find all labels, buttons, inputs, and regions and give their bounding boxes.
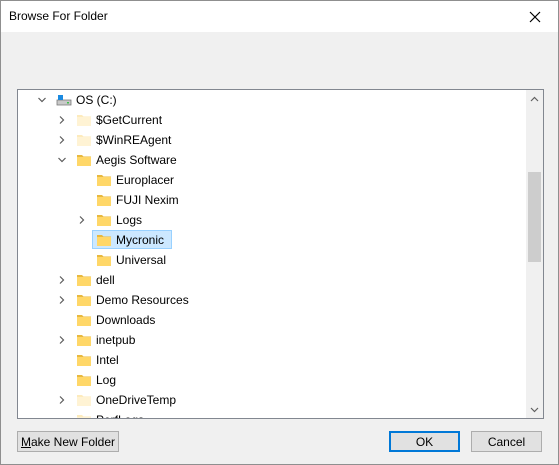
folder-icon <box>76 412 92 418</box>
folder-icon <box>96 172 112 188</box>
folder-icon <box>96 232 112 248</box>
tree-item-label: Logs <box>116 213 143 227</box>
tree-item[interactable]: Log <box>18 370 526 390</box>
close-button[interactable] <box>512 1 558 32</box>
tree-item-label: $GetCurrent <box>96 113 163 127</box>
expand-chevron-icon[interactable] <box>56 134 68 146</box>
folder-tree-rows: OS (C:) $GetCurrent $WinREAgent Aegis Softw… <box>18 90 526 418</box>
ok-button[interactable]: OK <box>389 431 460 452</box>
tree-item-label: $WinREAgent <box>96 133 172 147</box>
tree-item-label: dell <box>96 273 115 287</box>
vertical-scrollbar[interactable] <box>526 90 543 418</box>
scroll-thumb[interactable] <box>528 172 541 262</box>
tree-item[interactable]: Intel <box>18 350 526 370</box>
folder-icon <box>76 372 92 388</box>
tree-item[interactable]: OS (C:) <box>18 90 526 110</box>
expand-chevron-icon[interactable] <box>76 214 88 226</box>
folder-icon <box>76 392 92 408</box>
tree-item-label: Aegis Software <box>96 153 177 167</box>
folder-icon <box>76 112 92 128</box>
folder-icon <box>76 132 92 148</box>
tree-item[interactable]: Demo Resources <box>18 290 526 310</box>
cancel-button[interactable]: Cancel <box>471 431 542 452</box>
tree-item[interactable]: Aegis Software <box>18 150 526 170</box>
expand-chevron-icon[interactable] <box>56 394 68 406</box>
tree-item-label: OS (C:) <box>76 93 117 107</box>
tree-item-label: Demo Resources <box>96 293 189 307</box>
folder-icon <box>76 352 92 368</box>
tree-item-label: Log <box>96 373 117 387</box>
cancel-label: Cancel <box>487 434 526 449</box>
tree-item-label: PerfLogs <box>96 413 144 418</box>
folder-icon <box>76 292 92 308</box>
folder-icon <box>96 212 112 228</box>
tree-item-label: Downloads <box>96 313 156 327</box>
folder-tree[interactable]: OS (C:) $GetCurrent $WinREAgent Aegis Softw… <box>17 89 544 419</box>
tree-item[interactable]: Logs <box>18 210 526 230</box>
scroll-up-button[interactable] <box>526 90 543 107</box>
tree-item[interactable]: Europlacer <box>18 170 526 190</box>
expand-chevron-icon[interactable] <box>56 334 68 346</box>
browse-for-folder-dialog: Browse For Folder OS (C:) $GetCurrent $Win… <box>0 0 559 465</box>
ok-label: OK <box>415 434 434 449</box>
tree-item-label: FUJI Nexim <box>116 193 179 207</box>
folder-icon <box>76 332 92 348</box>
scroll-down-button[interactable] <box>526 401 543 418</box>
folder-icon <box>96 192 112 208</box>
tree-item[interactable]: Downloads <box>18 310 526 330</box>
tree-item-label: Mycronic <box>116 233 165 247</box>
expand-chevron-icon[interactable] <box>56 274 68 286</box>
tree-item[interactable]: $GetCurrent <box>18 110 526 130</box>
collapse-chevron-icon[interactable] <box>56 154 68 166</box>
tree-item[interactable]: PerfLogs <box>18 410 526 418</box>
folder-icon <box>76 272 92 288</box>
title-bar[interactable]: Browse For Folder <box>1 1 558 32</box>
make-new-folder-label: Make New Folder <box>20 434 116 449</box>
close-icon <box>529 11 541 22</box>
folder-icon <box>76 312 92 328</box>
drive-icon <box>56 92 72 108</box>
tree-item[interactable]: Mycronic <box>18 230 526 250</box>
tree-item-label: Universal <box>116 253 167 267</box>
tree-item[interactable]: Universal <box>18 250 526 270</box>
folder-icon <box>76 152 92 168</box>
tree-item-label: Intel <box>96 353 119 367</box>
tree-item[interactable]: OneDriveTemp <box>18 390 526 410</box>
tree-item[interactable]: dell <box>18 270 526 290</box>
chevron-down-icon <box>530 407 539 412</box>
tree-item[interactable]: inetpub <box>18 330 526 350</box>
dialog-title: Browse For Folder <box>9 9 108 23</box>
tree-item-label: OneDriveTemp <box>96 393 177 407</box>
expand-chevron-icon[interactable] <box>56 114 68 126</box>
tree-item[interactable]: FUJI Nexim <box>18 190 526 210</box>
collapse-chevron-icon[interactable] <box>36 94 48 106</box>
folder-icon <box>96 252 112 268</box>
tree-item-label: Europlacer <box>116 173 175 187</box>
make-new-folder-button[interactable]: Make New Folder <box>17 431 119 452</box>
tree-item[interactable]: $WinREAgent <box>18 130 526 150</box>
chevron-up-icon <box>530 96 539 101</box>
expand-chevron-icon[interactable] <box>56 294 68 306</box>
tree-item-label: inetpub <box>96 333 136 347</box>
